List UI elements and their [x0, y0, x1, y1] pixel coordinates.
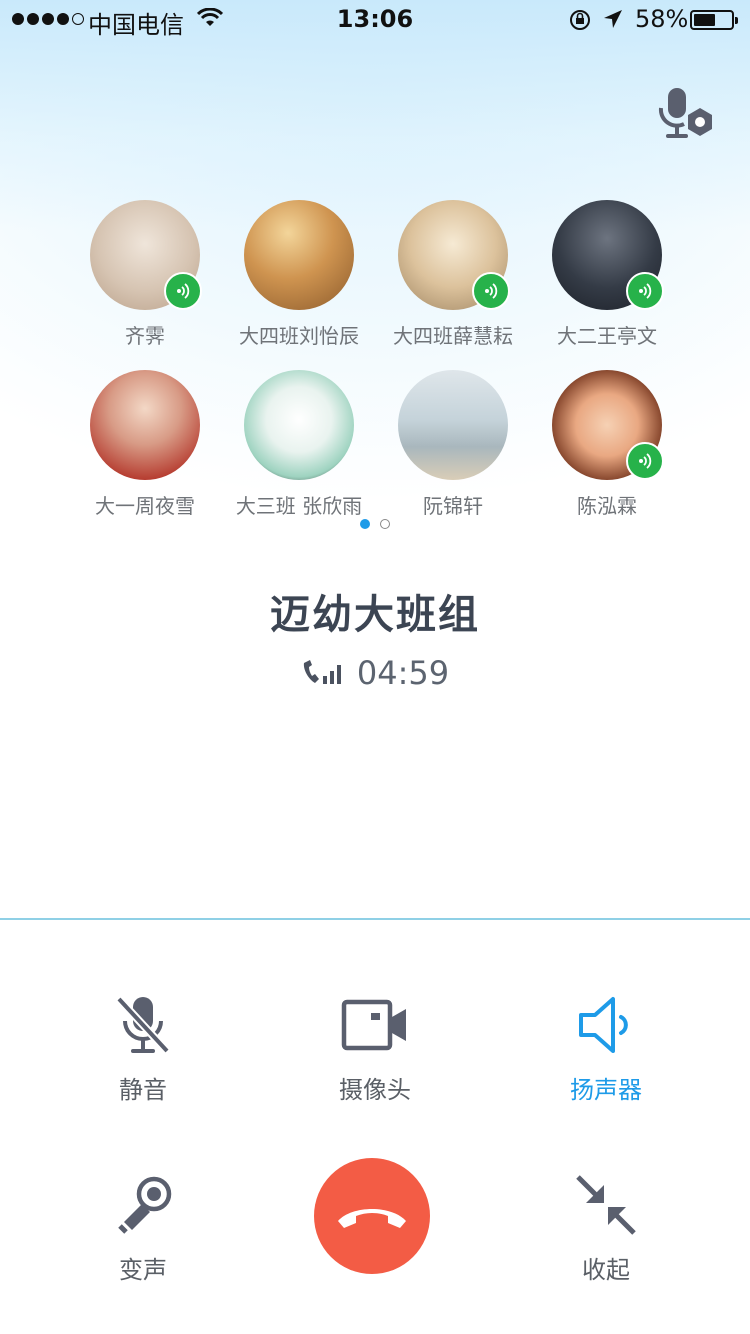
participant[interactable]: 阮锦轩 — [376, 370, 530, 519]
collapse-button[interactable]: 收起 — [516, 1170, 696, 1285]
speaking-icon — [626, 442, 664, 480]
participant-name: 大一周夜雪 — [95, 494, 195, 518]
page-dot — [380, 519, 390, 529]
hang-up-button[interactable] — [314, 1158, 430, 1274]
speaker-icon — [579, 997, 628, 1053]
avatar — [244, 200, 354, 310]
avatar — [90, 200, 202, 310]
battery-percent: 58% — [635, 5, 689, 33]
avatar — [90, 370, 200, 480]
mic-muted-icon — [116, 996, 170, 1054]
speaking-icon — [164, 272, 202, 310]
participant-name: 大二王亭文 — [557, 324, 657, 348]
collapse-label: 收起 — [582, 1256, 630, 1284]
battery-icon — [690, 10, 738, 30]
avatar — [552, 200, 664, 310]
video-camera-icon — [341, 999, 406, 1051]
participant-name: 陈泓霖 — [577, 494, 637, 518]
participant[interactable]: 大四班薛慧耘 — [376, 200, 530, 349]
avatar — [244, 370, 354, 480]
participant[interactable]: 大二王亭文 — [530, 200, 684, 349]
page-indicator[interactable] — [0, 519, 750, 529]
rotation-lock-icon — [570, 10, 590, 30]
duration-text: 04:59 — [356, 654, 450, 692]
group-name: 迈幼大班组 — [270, 592, 480, 638]
speaking-icon — [626, 272, 664, 310]
mute-label: 静音 — [119, 1076, 167, 1104]
page-dot-active — [360, 519, 370, 529]
participant-name: 大四班薛慧耘 — [393, 324, 513, 348]
location-arrow-icon — [604, 10, 622, 28]
mic-settings-icon[interactable] — [656, 86, 716, 144]
participant[interactable]: 大一周夜雪 — [68, 370, 222, 519]
participant-name: 大四班刘怡辰 — [239, 324, 359, 348]
voice-changer-icon — [118, 1176, 172, 1234]
collapse-arrows-icon — [576, 1175, 636, 1235]
voice-change-button[interactable]: 变声 — [53, 1170, 233, 1285]
participant[interactable]: 大三班 张欣雨 — [222, 370, 376, 519]
participant-name: 大三班 张欣雨 — [235, 494, 363, 518]
speaker-button[interactable]: 扬声器 — [516, 990, 696, 1105]
speaker-label: 扬声器 — [570, 1076, 642, 1104]
participant[interactable]: 齐霁 — [68, 200, 222, 349]
participant[interactable]: 大四班刘怡辰 — [222, 200, 376, 349]
camera-label: 摄像头 — [339, 1076, 411, 1104]
participant[interactable]: 陈泓霖 — [530, 370, 684, 519]
speaking-icon — [472, 272, 510, 310]
voice-change-label: 变声 — [119, 1256, 167, 1284]
avatar — [398, 370, 508, 480]
avatar — [552, 370, 664, 480]
camera-button[interactable]: 摄像头 — [285, 990, 465, 1105]
mute-button[interactable]: 静音 — [53, 990, 233, 1105]
participant-name: 齐霁 — [125, 324, 165, 348]
participant-name: 阮锦轩 — [423, 494, 483, 518]
avatar — [398, 200, 510, 310]
hang-up-icon — [338, 1209, 406, 1228]
call-duration: 04:59 — [0, 654, 750, 692]
status-bar: 中国电信 13:06 58% — [0, 0, 750, 40]
call-signal-icon — [303, 660, 341, 684]
